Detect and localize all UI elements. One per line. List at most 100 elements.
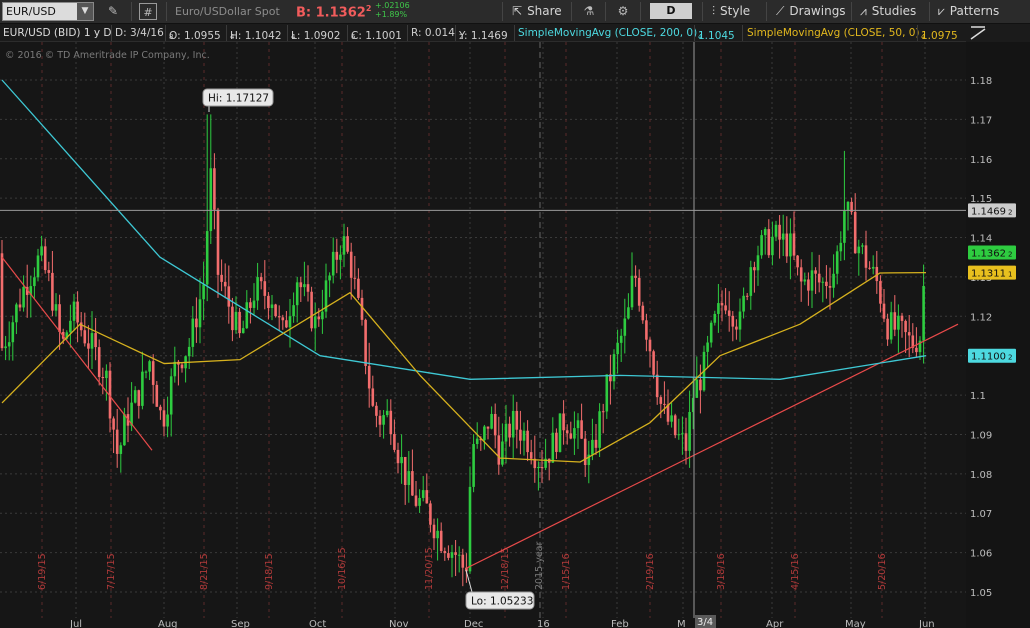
candle-body: [220, 274, 223, 282]
candle-body: [648, 339, 652, 352]
style-icon: ⫶: [712, 4, 716, 18]
divider: [929, 2, 930, 21]
y-tick-label: 1.07: [970, 509, 992, 520]
candle-body: [195, 318, 198, 328]
share-button[interactable]: ⇱ Share: [512, 3, 562, 20]
candle-body: [774, 224, 778, 237]
sma50-value: 1.0975 4: [921, 27, 958, 42]
patterns-label: Patterns: [949, 4, 1000, 18]
candle-body: [357, 278, 360, 298]
candle-body: [112, 418, 115, 430]
patterns-button[interactable]: ⩗ Patterns: [938, 3, 999, 20]
candle-body: [227, 286, 231, 307]
candle-body: [432, 524, 436, 539]
candle-body: [159, 406, 162, 411]
change-absolute: +.02106: [375, 1, 410, 10]
drawings-button[interactable]: ⟋ Drawings: [776, 3, 846, 20]
price-scale-icon[interactable]: [966, 24, 1030, 42]
gear-icon[interactable]: ⚙: [614, 3, 632, 20]
candle-body: [684, 433, 688, 451]
candle-body: [7, 342, 11, 347]
candle-body: [310, 291, 313, 329]
chevron-down-icon[interactable]: ▼: [77, 3, 93, 20]
y-tick-label: 1.18: [970, 76, 992, 87]
price-axis-background: [966, 42, 1030, 628]
candle-body: [763, 229, 767, 236]
candle-body: [198, 299, 202, 328]
divider: [694, 25, 695, 41]
vertical-date-label: 1/15/16: [561, 553, 572, 590]
instrument-description: Euro/USDollar Spot: [175, 5, 280, 18]
candle-body: [418, 497, 421, 506]
aggregation-period-button[interactable]: D: [650, 3, 692, 19]
candle-body: [799, 267, 803, 282]
candle-body: [792, 233, 796, 256]
candle-body: [241, 328, 245, 334]
vertical-date-label: 8/21/15: [199, 553, 210, 590]
candle-body: [169, 376, 173, 415]
candle-body: [832, 273, 835, 288]
candle-body: [497, 435, 501, 465]
candle-body: [270, 304, 274, 309]
candle-body: [835, 251, 839, 274]
candle-body: [655, 374, 659, 398]
candle-body: [256, 277, 259, 301]
candle-body: [346, 236, 349, 252]
candle-body: [745, 295, 749, 297]
studies-button[interactable]: ⩘ Studies: [860, 3, 916, 20]
candle-body: [252, 300, 256, 308]
candle-body: [331, 251, 335, 276]
candle-body: [756, 255, 760, 271]
price-chart[interactable]: 1.181.171.161.151.141.131.121.111.11.091…: [0, 42, 1030, 628]
divider: [455, 25, 456, 41]
candle-body: [749, 267, 753, 296]
candle-body: [735, 326, 738, 330]
candle-body: [411, 471, 414, 496]
price-tag-label: 1.1311: [971, 269, 1006, 280]
candle-body: [742, 295, 745, 312]
style-label: Style: [720, 4, 751, 18]
candle-body: [151, 361, 155, 385]
candle-body: [4, 346, 7, 349]
style-button[interactable]: ⫶ Style: [712, 3, 750, 20]
candle-body: [321, 311, 324, 320]
low-annotation-text: Lo: 1.05233: [471, 596, 533, 608]
open-readout: O: 1.0955 8: [169, 27, 221, 42]
vertical-date-label: 4/15/16: [790, 553, 801, 590]
vertical-date-label: 7/17/15: [106, 553, 117, 590]
candle-body: [781, 233, 785, 240]
candle-body: [565, 430, 569, 434]
y-tick-label: 1.05: [970, 588, 992, 599]
candle-body: [594, 439, 598, 448]
share-icon: ⇱: [512, 4, 523, 18]
candle-body: [216, 209, 220, 275]
candle-body: [472, 444, 475, 487]
candle-body: [162, 410, 166, 427]
candle-body: [807, 279, 810, 291]
high-value: H: 1.1042: [230, 30, 282, 42]
candle-body: [403, 456, 407, 486]
symbol-selector[interactable]: EUR/USD ▼: [2, 2, 94, 21]
y-tick-label: 1.14: [970, 234, 992, 245]
sma200-label[interactable]: SimpleMovingAvg (CLOSE, 200, 0): [518, 27, 697, 39]
divider: [640, 2, 641, 21]
studies-icon: ⩘: [860, 4, 867, 18]
candle-body: [191, 318, 195, 347]
candle-body: [288, 316, 292, 328]
sma50-label[interactable]: SimpleMovingAvg (CLOSE, 50, 0): [747, 27, 920, 39]
x-tick-label: Jun: [918, 619, 935, 628]
divider: [605, 2, 606, 21]
candle-body: [148, 361, 151, 372]
candle-body: [267, 295, 270, 309]
pencil-icon[interactable]: ✎: [104, 3, 122, 20]
flask-icon[interactable]: ⚗: [580, 3, 598, 20]
divider: [742, 25, 743, 41]
candle-body: [339, 254, 342, 260]
candle-body: [94, 333, 97, 348]
candle-body: [119, 445, 123, 454]
candle-body: [123, 414, 126, 446]
hash-icon[interactable]: #: [139, 3, 157, 20]
candle-body: [623, 318, 627, 336]
close-value: C: 1.1001: [351, 30, 402, 42]
candle-body: [105, 370, 108, 379]
